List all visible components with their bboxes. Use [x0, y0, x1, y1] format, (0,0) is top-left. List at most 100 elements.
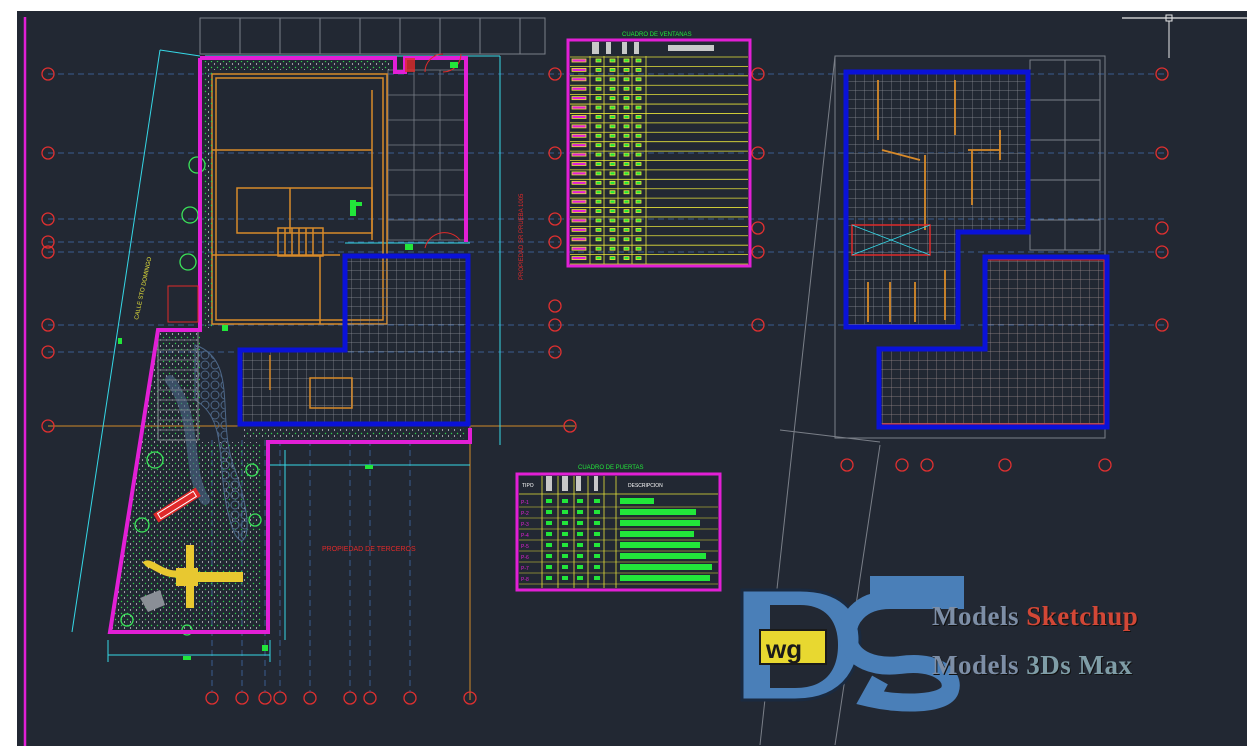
window-table-cell: [635, 68, 642, 72]
door-table-cell: [594, 554, 600, 558]
window-table-row-tag: [571, 96, 587, 101]
window-table-cell: [623, 227, 630, 232]
window-table-cell: [623, 171, 630, 176]
window-table-cell: [609, 133, 616, 138]
window-table-cell: [635, 256, 642, 260]
door-table-row-label: P-8: [521, 577, 529, 583]
window-table-cell: [635, 58, 642, 63]
window-table-cell: [595, 209, 602, 213]
door-table-cell: [546, 565, 552, 569]
door-table-cell: [577, 543, 583, 547]
window-table-cell: [609, 143, 616, 148]
door-table-cell: [577, 554, 583, 558]
window-table-cell: [623, 124, 630, 129]
watermark-line2-prefix: Models: [932, 650, 1027, 680]
door-table-cell: [577, 576, 583, 580]
window-table-row-tag: [571, 115, 587, 119]
door-table-cell: [562, 521, 568, 525]
window-table-row-tag: [571, 237, 587, 242]
window-table-cell: [595, 246, 602, 251]
window-table-cell: [623, 77, 630, 82]
window-table-row-tag: [571, 58, 587, 63]
door-table-cell: [562, 554, 568, 558]
window-table-cell: [623, 105, 630, 110]
door-table-cell: [562, 565, 568, 569]
cad-drawing: CALLE STO DOMINGO PROPIEDAD SR PRUEBA 10…: [0, 0, 1257, 756]
neighbor-bottom-label: PROPIEDAD DE TERCEROS: [322, 546, 416, 553]
window-table-cell: [623, 133, 630, 138]
window-table-cell: [623, 218, 630, 223]
window-table-cell: [635, 162, 642, 166]
door-table-cell: [577, 499, 583, 503]
door-table-cell: [546, 521, 552, 525]
watermark-line1-prefix: Models: [932, 601, 1027, 631]
window-table-cell: [609, 124, 616, 129]
window-table-cell: [595, 143, 602, 148]
window-table-cell: [609, 199, 616, 204]
window-table-cell: [609, 256, 616, 260]
window-table-cell: [595, 218, 602, 223]
door-table-cell: [546, 499, 552, 503]
window-table-cell: [635, 199, 642, 204]
window-table-cell: [623, 96, 630, 101]
door-table-cell: [594, 521, 600, 525]
watermark-line-2: Models 3Ds Max: [932, 650, 1133, 681]
window-table-cell: [595, 105, 602, 110]
door-table-cell: [546, 510, 552, 514]
window-table-cell: [623, 152, 630, 157]
watermark-line2-brand: 3Ds Max: [1026, 650, 1133, 680]
window-table-cell: [635, 105, 642, 110]
window-table-row-tag: [571, 190, 587, 195]
window-table-cell: [635, 124, 642, 129]
window-table-cell: [609, 68, 616, 72]
window-table-cell: [623, 58, 630, 63]
door-table-description: [620, 498, 654, 504]
window-table-cell: [595, 227, 602, 232]
window-table-cell: [609, 227, 616, 232]
door-table-cell: [594, 510, 600, 514]
window-table-cell: [595, 68, 602, 72]
window-table-cell: [635, 209, 642, 213]
window-table-cell: [609, 152, 616, 157]
window-table-cell: [609, 58, 616, 63]
window-table-cell: [635, 115, 642, 119]
window-table-row-tag: [571, 227, 587, 232]
door-table-description: [620, 509, 696, 515]
window-table-row-tag: [571, 152, 587, 157]
window-table-cell: [623, 115, 630, 119]
window-table-cell: [609, 171, 616, 176]
door-table-cell: [594, 543, 600, 547]
door-table-description: [620, 542, 700, 548]
cad-drawing-canvas[interactable]: CALLE STO DOMINGO PROPIEDAD SR PRUEBA 10…: [0, 0, 1257, 756]
window-table-row-tag: [571, 77, 587, 82]
door-table-description: [620, 564, 712, 570]
window-table-row-tag: [571, 86, 587, 91]
window-table-cell: [609, 237, 616, 242]
neighbor-side-label: PROPIEDAD SR PRUEBA 1005: [519, 193, 525, 280]
window-table-row-tag: [571, 143, 587, 148]
window-table-cell: [595, 162, 602, 166]
door-table-row-label: P-1: [521, 500, 529, 506]
door-table-cell: [546, 554, 552, 558]
window-table-cell: [635, 190, 642, 195]
door-table-cell: [594, 499, 600, 503]
window-table-cell: [609, 162, 616, 166]
window-table-cell: [595, 124, 602, 129]
window-table-cell: [595, 96, 602, 101]
door-table-cell: [577, 532, 583, 536]
window-table-cell: [623, 209, 630, 213]
window-table-cell: [595, 256, 602, 260]
window-table-cell: [635, 152, 642, 157]
window-table-row-tag: [571, 171, 587, 176]
door-table-cell: [594, 565, 600, 569]
door-table-description: [620, 531, 694, 537]
window-table-row-tag: [571, 246, 587, 251]
door-table-row-label: P-2: [521, 511, 529, 517]
window-table-cell: [609, 180, 616, 185]
door-table-cell: [577, 521, 583, 525]
window-table-cell: [609, 209, 616, 213]
door-table-description: [620, 575, 710, 581]
window-table-cell: [623, 199, 630, 204]
window-table-cell: [609, 105, 616, 110]
window-table-cell: [623, 143, 630, 148]
